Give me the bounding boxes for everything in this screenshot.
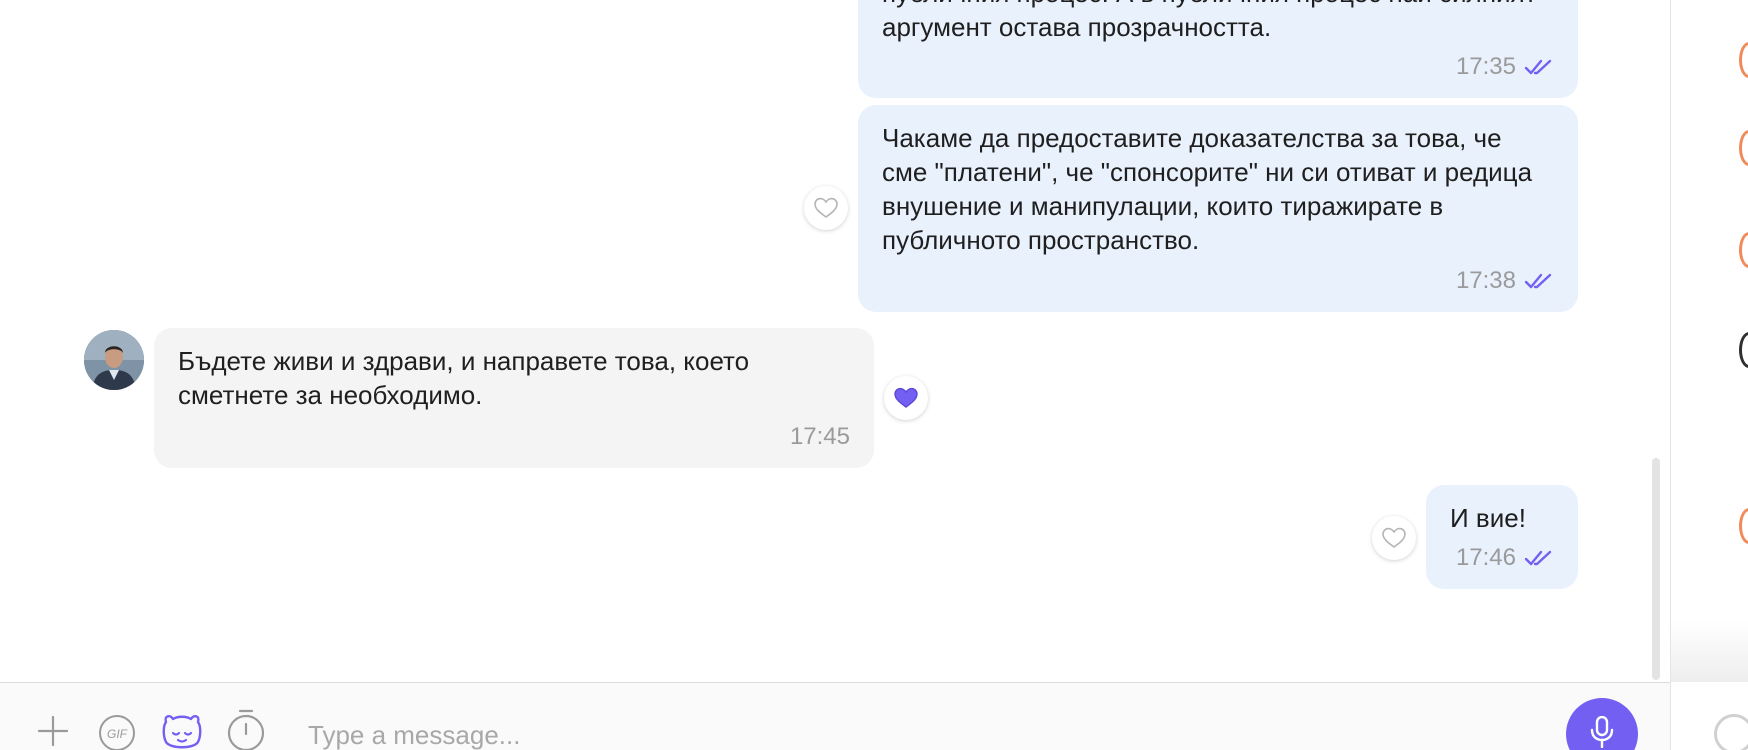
read-receipt-icon — [1524, 273, 1552, 289]
message-meta: 17:35 — [1456, 54, 1554, 80]
like-button[interactable] — [884, 376, 928, 420]
chat-window: публичния процес. А в публичния процес н… — [0, 0, 1748, 750]
avatar-image — [84, 330, 144, 390]
message-time: 17:46 — [1455, 544, 1516, 571]
message-meta: 17:38 — [1456, 268, 1554, 294]
new-chat-icon[interactable] — [1714, 714, 1748, 750]
message-meta: 17:46 — [1456, 545, 1554, 571]
svg-text:GIF: GIF — [107, 727, 128, 741]
message-meta: 17:45 — [790, 424, 850, 450]
message-bubble-outgoing[interactable]: И вие! 17:46 — [1426, 485, 1578, 589]
timer-icon[interactable] — [225, 708, 267, 750]
message-text: И вие! — [1450, 503, 1526, 533]
right-panel — [1670, 0, 1748, 750]
chat-avatar-edge[interactable] — [1739, 232, 1748, 268]
panel-fade — [1671, 620, 1748, 682]
message-bubble-outgoing[interactable]: Чакаме да предоставите доказателства за … — [858, 105, 1578, 312]
like-button[interactable] — [1372, 516, 1416, 560]
avatar[interactable] — [84, 330, 144, 390]
message-text: Бъдете живи и здрави, и направете това, … — [178, 346, 750, 410]
heart-outline-icon — [814, 197, 838, 218]
scrollbar[interactable] — [1652, 458, 1660, 680]
chat-avatar-edge[interactable] — [1739, 42, 1748, 78]
microphone-icon — [1590, 716, 1614, 748]
message-list[interactable]: публичния процес. А в публичния процес н… — [0, 0, 1660, 682]
like-button[interactable] — [804, 186, 848, 230]
message-text: публичния процес. А в публичния процес н… — [882, 0, 1537, 42]
message-text: Чакаме да предоставите доказателства за … — [882, 123, 1533, 255]
heart-outline-icon — [1382, 527, 1406, 548]
sticker-icon[interactable] — [160, 712, 204, 750]
message-input[interactable] — [308, 718, 1308, 750]
message-time: 17:38 — [1455, 267, 1516, 294]
message-bubble-outgoing[interactable]: публичния процес. А в публичния процес н… — [858, 0, 1578, 98]
gif-icon[interactable]: GIF — [98, 714, 136, 750]
message-time: 17:45 — [789, 423, 850, 450]
read-receipt-icon — [1524, 59, 1552, 75]
chat-avatar-edge[interactable] — [1739, 508, 1748, 544]
read-receipt-icon — [1524, 550, 1552, 566]
message-bubble-incoming[interactable]: Бъдете живи и здрави, и направете това, … — [154, 328, 874, 468]
chat-avatar-edge[interactable] — [1739, 332, 1748, 368]
chat-avatar-edge[interactable] — [1739, 130, 1748, 166]
message-time: 17:35 — [1455, 53, 1516, 80]
heart-filled-icon — [894, 387, 918, 408]
plus-icon[interactable] — [36, 714, 70, 748]
